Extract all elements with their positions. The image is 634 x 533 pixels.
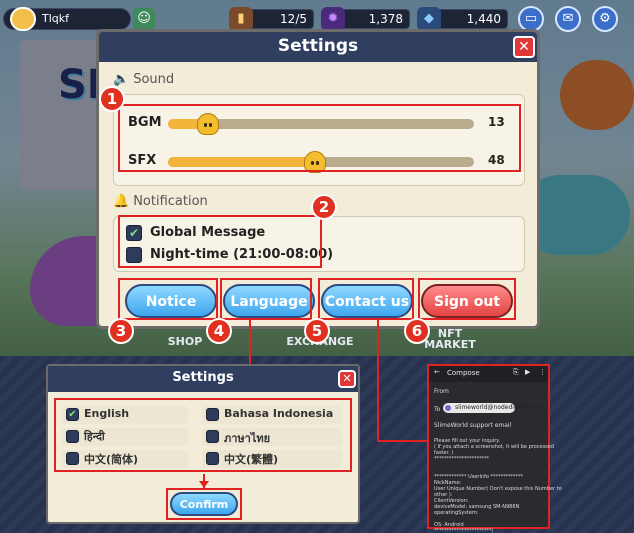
close-icon[interactable]: ✕ [513,36,535,58]
crystal-value: 1,440 [466,12,501,26]
badge-1: 1 [99,86,125,112]
language-option-chinese-traditional[interactable]: 中文(繁體) [202,450,342,468]
badge-6: 6 [404,318,430,344]
email-compose-screen: ← Compose ⎘ ▶ ⋮ From To slimeworld@noded… [427,364,562,533]
gem-icon: ✹ [321,7,345,31]
bell-icon: 🔔 [113,194,130,209]
player-name: Tlqkf [42,12,70,25]
to-label: To [434,406,441,413]
english-checkbox[interactable]: ✔ [66,408,79,421]
chinese-simplified-label: 中文(简体) [84,453,139,466]
send-icon[interactable]: ▶ [525,368,530,376]
gem-value: 1,378 [368,12,403,26]
ticket-counter[interactable]: ▮ 12/5 [229,7,314,31]
badge-3: 3 [108,318,134,344]
hindi-label: हिन्दी [84,430,105,443]
notice-highlight-box [118,278,218,320]
from-label: From [434,388,449,395]
chinese-simplified-checkbox[interactable] [66,452,79,465]
language-header: Settings ✕ [48,366,358,392]
confirm-button[interactable]: Confirm [170,492,238,516]
thai-label: ภาษาไทย [224,432,271,445]
indonesian-checkbox[interactable] [206,408,219,421]
contact-connector-v [377,320,379,442]
badge-2: 2 [311,194,337,220]
thai-checkbox[interactable] [206,430,219,443]
language-dialog: Settings ✕ ✔ English Bahasa Indonesia हि… [46,364,360,524]
language-option-indonesian[interactable]: Bahasa Indonesia [202,406,342,424]
indonesian-label: Bahasa Indonesia [224,407,334,420]
signout-highlight-box [418,278,516,320]
avatar [10,7,36,31]
notification-section-label: 🔔 Notification [113,194,208,209]
contact-highlight-box [318,278,414,320]
ticket-value: 12/5 [280,12,307,26]
settings-title: Settings [277,36,359,56]
recipient-chip[interactable]: slimeworld@nodedigital.co.kr [443,403,544,413]
friends-icon[interactable]: ☺ [133,8,155,30]
language-title: Settings [172,370,234,385]
gear-icon[interactable]: ⚙ [592,6,618,32]
contact-connector-h [377,440,429,442]
sound-highlight-box [118,104,521,172]
email-subject[interactable]: SlimeWorld support email [434,422,511,429]
nav-shop[interactable]: SHOP [160,335,210,348]
compose-toolbar: ← Compose ⎘ ▶ ⋮ [429,366,548,382]
close-icon[interactable]: ✕ [338,370,356,388]
language-option-english[interactable]: ✔ English [62,406,188,424]
language-option-thai[interactable]: ภาษาไทย [202,428,342,446]
language-option-chinese-simplified[interactable]: 中文(简体) [62,450,188,468]
language-connector [249,320,251,364]
badge-4: 4 [206,318,232,344]
sound-section-label: 🔈 Sound [113,72,174,87]
more-icon[interactable]: ⋮ [539,368,546,376]
mail-icon[interactable]: ✉ [555,6,581,32]
chinese-traditional-checkbox[interactable] [206,452,219,465]
badge-5: 5 [304,318,330,344]
chinese-traditional-label: 中文(繁體) [224,453,279,466]
gem-counter[interactable]: ✹ 1,378 [321,7,410,31]
hindi-checkbox[interactable] [66,430,79,443]
notification-highlight-box [118,215,322,268]
speaker-icon: 🔈 [113,72,130,87]
sound-label-text: Sound [133,72,175,87]
settings-header: Settings ✕ [99,32,537,62]
confirm-arrow-icon [199,481,209,488]
english-label: English [84,407,130,420]
crystal-icon: ◆ [417,7,441,31]
attach-icon[interactable]: ⎘ [513,368,519,377]
crystal-counter[interactable]: ◆ 1,440 [417,7,508,31]
back-arrow-icon[interactable]: ← [434,368,440,376]
language-option-hindi[interactable]: हिन्दी [62,428,188,446]
ticket-icon: ▮ [229,7,253,31]
language-highlight-box [220,278,312,320]
player-profile[interactable]: Tlqkf [3,7,131,31]
compose-title: Compose [447,369,480,377]
email-body[interactable]: Please fill out your inquiry. ( If you a… [434,438,562,533]
notification-label-text: Notification [133,194,208,209]
